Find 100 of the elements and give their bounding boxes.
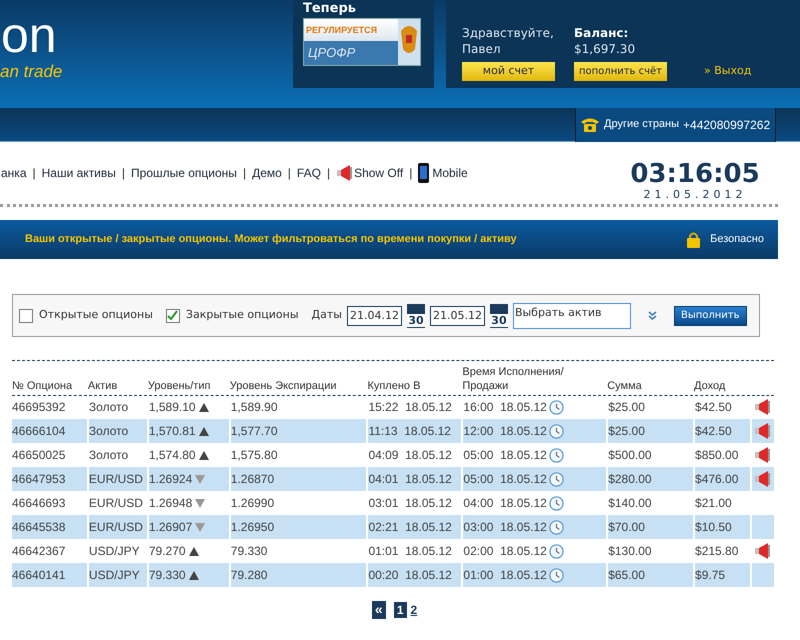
table-cell: $65.00 (608, 568, 645, 582)
greeting-text: Здравствуйте, (462, 25, 555, 41)
asset-select[interactable]: Выбрать актив (512, 302, 631, 328)
share-megaphone-icon (754, 470, 772, 488)
nav-separator: | (32, 165, 36, 182)
table-cell: $140.00 (608, 496, 652, 510)
account-button[interactable]: мой счет (462, 62, 555, 81)
down-triangle-icon (195, 474, 206, 484)
badge-top-text: РЕГУЛИРУЕТСЯ (304, 19, 398, 41)
submit-button[interactable]: Выполнить (674, 306, 747, 326)
table-cell: 11:13 18.05.12 (368, 424, 451, 438)
table-cell: 46640141 (12, 568, 66, 582)
badge-bottom-text: ЦРОФР (304, 41, 398, 65)
table-cell: $9.75 (695, 568, 726, 582)
nav-link[interactable]: Прошлые опционы (131, 164, 237, 182)
calendar-button[interactable]: 30 (406, 304, 425, 328)
dates-label: Даты (312, 307, 342, 324)
nav-separator: | (326, 165, 330, 182)
nav-link[interactable]: Show Off (354, 164, 404, 182)
clock-icon (548, 472, 564, 486)
table-cell: USD/JPY (88, 544, 140, 558)
checkbox[interactable] (19, 308, 33, 322)
table-cell: $10.50 (695, 520, 732, 534)
balance-amount: $1,697.30 (574, 41, 636, 57)
table-cell-text: 03:00 18.05.12 (463, 519, 547, 536)
table-cell: $70.00 (608, 520, 645, 534)
previous-page-button[interactable]: « (372, 601, 386, 619)
padlock-icon (687, 231, 700, 248)
table-cell: 02:21 18.05.12 (368, 520, 452, 534)
column-header: Уровень Экспирации (230, 378, 338, 392)
table-cell: 79.280 (230, 568, 268, 582)
clock-icon (548, 424, 564, 438)
table-cell: Золото (88, 400, 128, 414)
table-cell: 04:01 18.05.12 (368, 472, 452, 486)
regulator-badge[interactable]: РЕГУЛИРУЕТСЯ ЦРОФР (303, 18, 421, 66)
table-cell: EUR/USD (88, 472, 143, 486)
table-cell: 00:20 18.05.12 (368, 568, 452, 582)
table-cell: 01:01 18.05.12 (368, 544, 452, 558)
deposit-button[interactable]: пополнить счёт (574, 62, 667, 81)
table-cell: $215.80 (695, 544, 738, 558)
double-chevron-icon[interactable] (648, 310, 657, 320)
table-cell: EUR/USD (88, 520, 143, 534)
table-cell-text: 12:00 18.05.12 (463, 423, 547, 440)
share-megaphone-icon (754, 398, 772, 416)
table-cell: 04:09 18.05.12 (368, 448, 452, 462)
table-cell: $850.00 (695, 448, 738, 462)
down-triangle-icon (195, 522, 206, 532)
nav-link[interactable]: Демо (252, 164, 282, 182)
nav-link[interactable]: анка (1, 164, 26, 182)
table-cell-text: 79.270 (148, 543, 186, 560)
nav-separator: | (288, 165, 291, 182)
nav-separator: | (409, 165, 412, 182)
table-cell: 1,589.90 (230, 400, 278, 414)
table-cell: $42.50 (695, 424, 732, 438)
table-cell-text: 02:00 18.05.12 (463, 543, 547, 560)
table-cell: 1,575.80 (230, 448, 278, 462)
table-cell: 46646693 (12, 496, 66, 510)
clock-icon (548, 448, 564, 462)
mobile-phone-icon (418, 163, 430, 183)
slogan: an trade (0, 62, 64, 82)
page-link[interactable]: 1 (394, 602, 406, 618)
table-cell-text: 1.26924 (148, 471, 192, 488)
calendar-button[interactable]: 30 (490, 304, 508, 328)
table-cell-text: 16:00 18.05.12 (463, 399, 547, 416)
checkbox[interactable] (166, 308, 180, 322)
table-cell: $130.00 (608, 544, 652, 558)
column-header: Время Исполнения/Продажи (462, 364, 565, 392)
table-cell-text: 04:00 18.05.12 (463, 495, 547, 512)
table-cell: 1.26950 (230, 520, 274, 534)
up-triangle-icon (198, 450, 209, 460)
nav-link[interactable]: FAQ (296, 164, 321, 182)
user-name: Павел (462, 41, 502, 57)
column-header: Актив (88, 378, 118, 392)
share-megaphone-icon (754, 542, 772, 560)
up-triangle-icon (198, 426, 209, 436)
promo-title: Теперь (303, 1, 358, 17)
phone-label: Другие страны (604, 117, 680, 132)
nav-link[interactable]: Mobile (432, 164, 468, 182)
table-cell-text: 1,574.80 (148, 447, 196, 464)
table-cell-text: 1,589.10 (148, 399, 196, 416)
table-cell: 1.26990 (230, 496, 274, 510)
date-to-field[interactable]: 21.05.12 (430, 306, 485, 326)
secure-label: Безопасно (710, 232, 764, 248)
balance-label: Баланс: (574, 25, 630, 41)
up-triangle-icon (188, 570, 199, 580)
up-triangle-icon (188, 546, 199, 556)
megaphone-icon (336, 164, 354, 182)
checkbox-label: Открытые опционы (39, 307, 153, 324)
table-cell: $25.00 (608, 424, 645, 438)
clock-icon (548, 520, 564, 534)
table-cell: 46695392 (12, 400, 66, 414)
nav-separator: | (242, 165, 246, 182)
up-triangle-icon (198, 402, 209, 412)
table-cell: $280.00 (608, 472, 652, 486)
date-from-field[interactable]: 21.04.12 (346, 306, 402, 326)
logo: on (1, 8, 58, 62)
table-cell: $25.00 (608, 400, 645, 414)
down-triangle-icon (195, 498, 206, 508)
nav-link[interactable]: Наши активы (42, 164, 116, 182)
logout-link[interactable]: » Выход (704, 63, 752, 77)
